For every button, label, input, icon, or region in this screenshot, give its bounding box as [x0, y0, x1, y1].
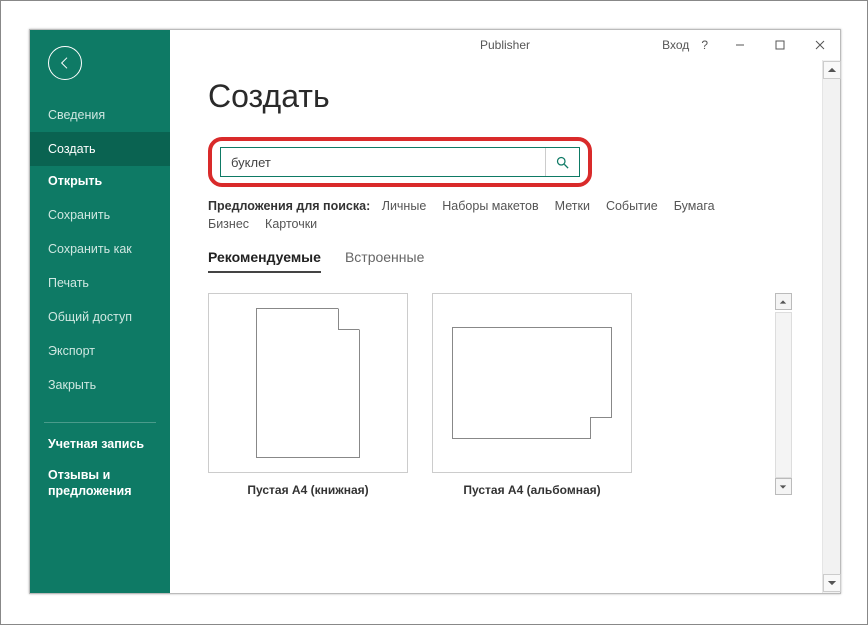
suggest-link[interactable]: Личные	[382, 199, 427, 213]
sidebar-footer-item-0[interactable]: Учетная запись	[30, 429, 170, 461]
main-scrollbar[interactable]	[822, 60, 840, 593]
search-input[interactable]	[221, 155, 545, 170]
sidebar-item-6[interactable]: Общий доступ	[30, 300, 170, 334]
template-thumb	[432, 293, 632, 473]
search-highlight	[208, 137, 592, 187]
sidebar-item-2[interactable]: Открыть	[30, 166, 170, 198]
suggest-link[interactable]: Карточки	[265, 217, 317, 231]
sidebar-item-7[interactable]: Экспорт	[30, 334, 170, 368]
page-icon	[452, 327, 612, 439]
template-item-0[interactable]: Пустая A4 (книжная)	[208, 293, 408, 497]
template-caption: Пустая A4 (альбомная)	[432, 483, 632, 497]
main-area: Publisher Вход ? Создать	[170, 30, 840, 593]
suggest-link[interactable]: Событие	[606, 199, 658, 213]
title-bar: Publisher Вход ?	[170, 30, 840, 60]
maximize-button[interactable]	[760, 30, 800, 60]
sidebar-item-1[interactable]: Создать	[30, 132, 170, 166]
suggest-label: Предложения для поиска:	[208, 199, 370, 213]
template-caption: Пустая A4 (книжная)	[208, 483, 408, 497]
suggest-link[interactable]: Метки	[555, 199, 590, 213]
gallery-scrollbar[interactable]	[774, 293, 792, 497]
back-button[interactable]	[48, 46, 82, 80]
scroll-up-button[interactable]	[823, 61, 841, 79]
suggest-link[interactable]: Бумага	[674, 199, 715, 213]
page-icon	[256, 308, 360, 458]
scroll-down-button[interactable]	[775, 478, 792, 495]
filter-tabs: Рекомендуемые Встроенные	[208, 249, 792, 273]
scroll-up-button[interactable]	[775, 293, 792, 310]
arrow-left-icon	[57, 55, 73, 71]
tab-Рекомендуемые[interactable]: Рекомендуемые	[208, 249, 321, 273]
close-button[interactable]	[800, 30, 840, 60]
backstage-sidebar: СведенияСоздатьОткрытьСохранитьСохранить…	[30, 30, 170, 593]
help-button[interactable]: ?	[695, 38, 714, 52]
app-title: Publisher	[480, 38, 530, 52]
sidebar-separator	[44, 422, 156, 423]
content: Создать Предложения для поиска: Личные На…	[170, 60, 822, 593]
sidebar-footer-item-1[interactable]: Отзывы и предложения	[30, 460, 170, 507]
template-gallery: Пустая A4 (книжная) Пустая A4 (альбомная)	[208, 293, 766, 497]
scroll-track[interactable]	[775, 312, 792, 478]
signin-link[interactable]: Вход	[656, 38, 695, 52]
sidebar-item-8[interactable]: Закрыть	[30, 368, 170, 402]
sidebar-item-5[interactable]: Печать	[30, 266, 170, 300]
search-icon	[555, 155, 570, 170]
suggest-link[interactable]: Бизнес	[208, 217, 249, 231]
scroll-down-button[interactable]	[823, 574, 841, 592]
template-thumb	[208, 293, 408, 473]
search-suggestions-row1: Предложения для поиска: Личные Наборы мак…	[208, 199, 792, 213]
minimize-button[interactable]	[720, 30, 760, 60]
page-title: Создать	[208, 78, 792, 115]
sidebar-item-3[interactable]: Сохранить	[30, 198, 170, 232]
suggest-link[interactable]: Наборы макетов	[442, 199, 538, 213]
search-button[interactable]	[545, 148, 579, 176]
sidebar-item-0[interactable]: Сведения	[30, 98, 170, 132]
template-item-1[interactable]: Пустая A4 (альбомная)	[432, 293, 632, 497]
tab-Встроенные[interactable]: Встроенные	[345, 249, 424, 271]
sidebar-item-4[interactable]: Сохранить как	[30, 232, 170, 266]
window: СведенияСоздатьОткрытьСохранитьСохранить…	[29, 29, 841, 594]
search-box	[220, 147, 580, 177]
search-suggestions-row2: Бизнес Карточки	[208, 217, 792, 231]
